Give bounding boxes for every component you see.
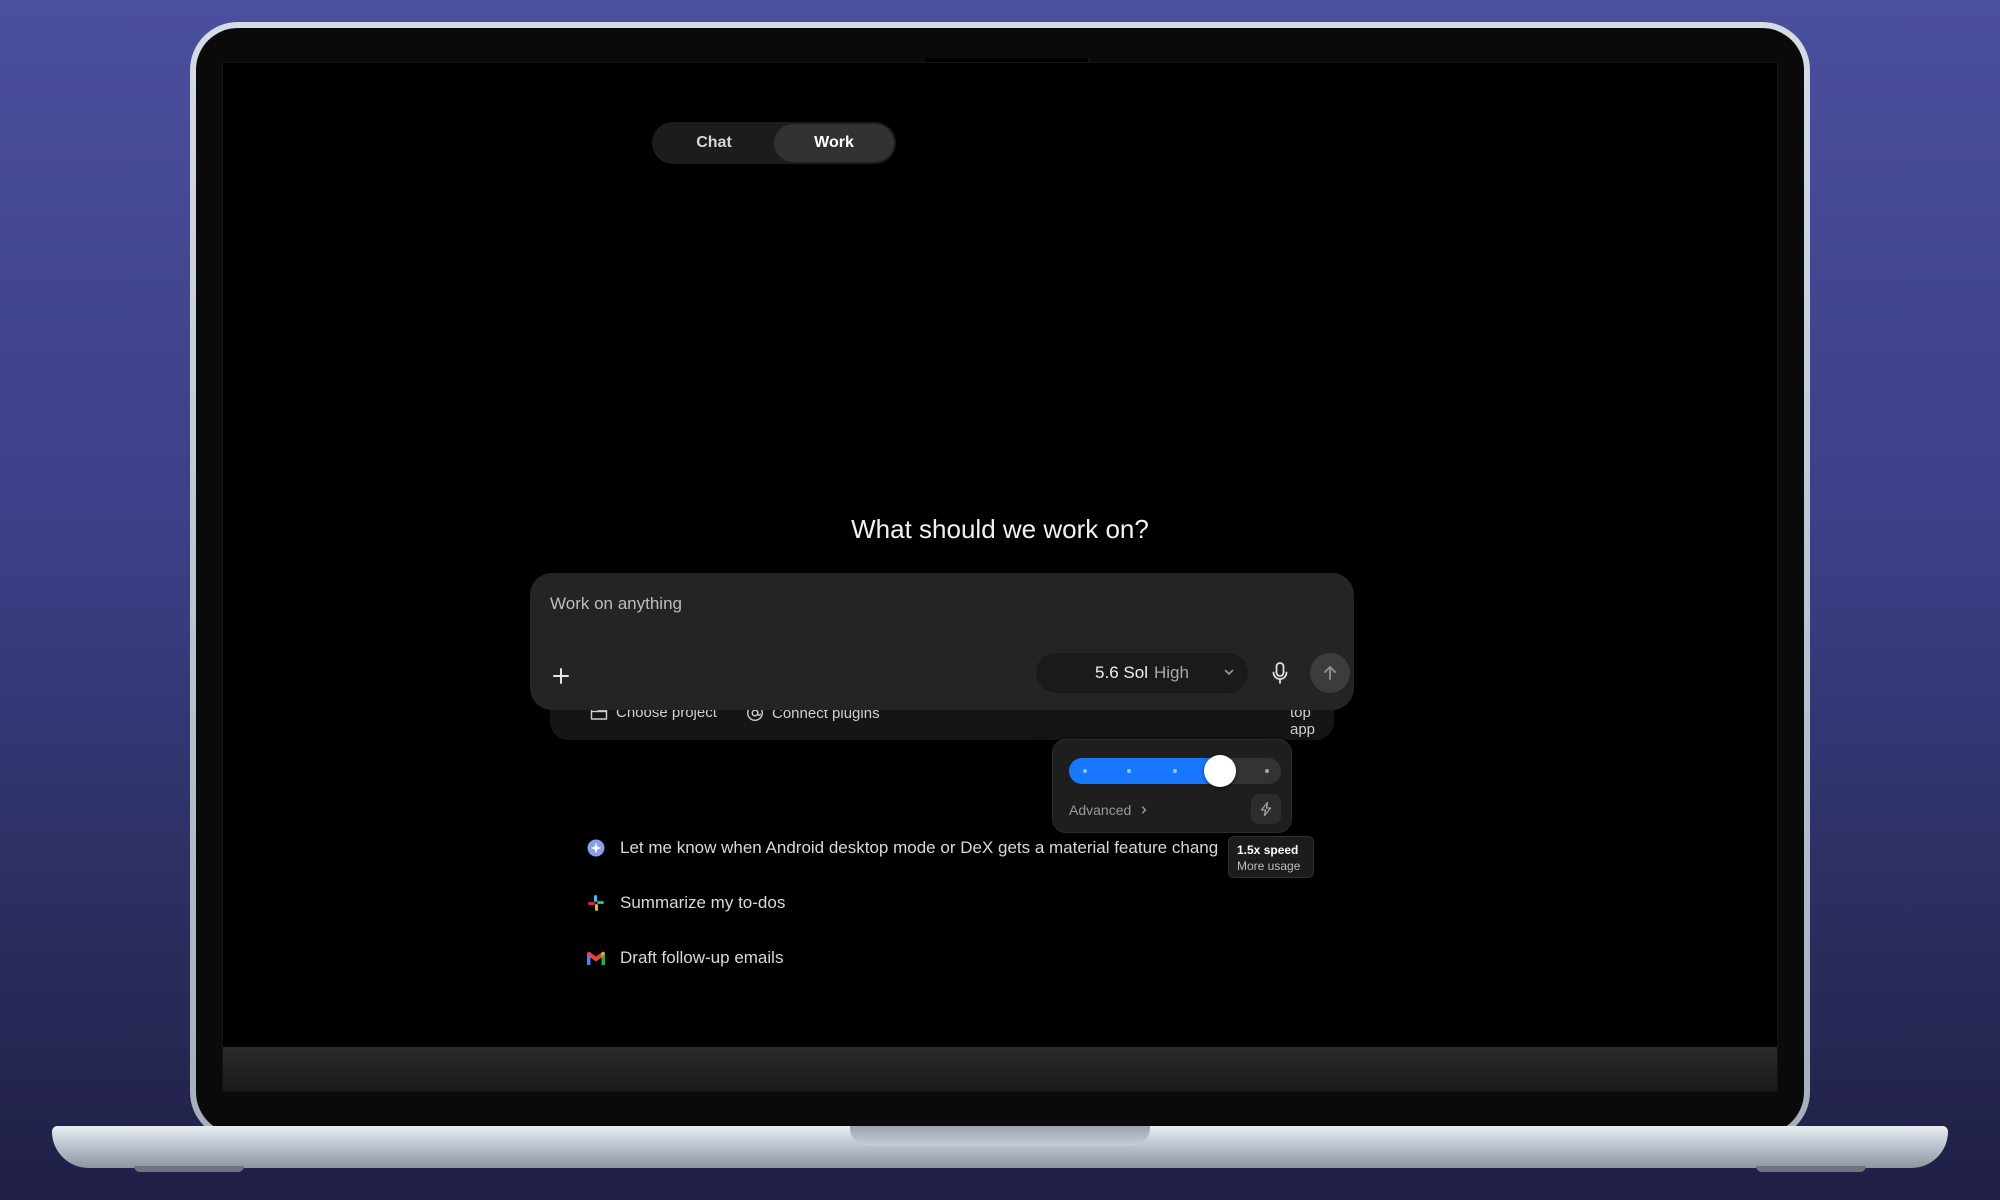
- chevron-down-icon: [1224, 669, 1234, 676]
- model-selector[interactable]: 5.6 Sol High: [1036, 653, 1248, 693]
- laptop-base: [52, 1126, 1948, 1168]
- tooltip-title: 1.5x speed: [1237, 843, 1299, 857]
- tooltip-subtitle: More usage: [1237, 859, 1301, 873]
- model-name: 5.6 Sol: [1095, 663, 1148, 682]
- mode-toggle: Chat Work: [652, 122, 896, 164]
- effort-slider-thumb[interactable]: [1204, 755, 1236, 787]
- plus-icon: [553, 668, 569, 684]
- suggestion-label: Summarize my to-dos: [620, 892, 786, 912]
- add-attachment-button[interactable]: [546, 661, 576, 691]
- composer: 5.6 Sol High: [530, 573, 1354, 710]
- advanced-settings-button[interactable]: Advanced: [1069, 802, 1149, 818]
- chevron-right-icon: [1142, 806, 1147, 814]
- suggestion-item[interactable]: Let me know when Android desktop mode or…: [586, 820, 1218, 875]
- suggestion-label: Let me know when Android desktop mode or…: [620, 837, 1219, 857]
- suggestion-item[interactable]: Draft follow-up emails: [586, 930, 1218, 985]
- send-button[interactable]: [1310, 653, 1350, 693]
- laptop-foot-left: [134, 1166, 244, 1172]
- gmail-icon: [586, 948, 606, 968]
- tab-chat[interactable]: Chat: [654, 124, 774, 162]
- arrow-up-icon: [1324, 666, 1336, 680]
- screen-bottom-edge: [223, 1047, 1777, 1091]
- reasoning-effort-popover: Advanced: [1052, 739, 1292, 833]
- suggestion-list: Let me know when Android desktop mode or…: [586, 820, 1218, 985]
- effort-step-dot: [1265, 769, 1269, 773]
- effort-step-dot: [1083, 769, 1087, 773]
- speed-boost-button[interactable]: [1251, 794, 1281, 824]
- voice-input-button[interactable]: [1266, 659, 1294, 687]
- slack-icon: [586, 893, 606, 913]
- effort-slider[interactable]: [1069, 755, 1281, 787]
- microphone-icon: [1272, 662, 1288, 684]
- laptop-opening-notch: [850, 1126, 1150, 1146]
- lightning-icon: [1260, 801, 1272, 817]
- prompt-input[interactable]: [550, 591, 1310, 617]
- laptop-foot-right: [1756, 1166, 1866, 1172]
- effort-step-dot: [1127, 769, 1131, 773]
- speed-tooltip: 1.5x speed More usage: [1228, 836, 1314, 878]
- tab-work[interactable]: Work: [774, 124, 894, 162]
- page-title: What should we work on?: [851, 514, 1149, 544]
- sparkle-icon: [586, 838, 606, 858]
- suggestion-item[interactable]: Summarize my to-dos: [586, 875, 1218, 930]
- suggestion-label: Draft follow-up emails: [620, 947, 784, 967]
- effort-step-dot: [1173, 769, 1177, 773]
- advanced-label: Advanced: [1069, 802, 1132, 818]
- model-level: High: [1153, 663, 1189, 682]
